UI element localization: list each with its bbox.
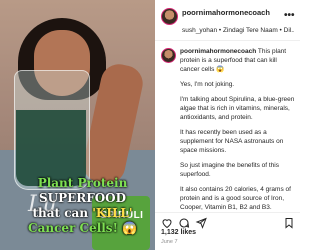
post-caption: poornimahormonecoach This plant protein … xyxy=(180,47,295,218)
share-icon[interactable] xyxy=(195,216,207,229)
caption-line-5: It also contains 20 calories, 4 grams of… xyxy=(180,186,291,211)
post-date: June 7 xyxy=(161,239,178,245)
comment-icon[interactable] xyxy=(178,216,190,228)
header-avatar[interactable] xyxy=(161,8,178,25)
caption-green-text: Plant Protein xyxy=(37,176,128,190)
header-username[interactable]: poornimahormonecoach xyxy=(182,8,274,17)
caption-username[interactable]: poornimahormonecoach xyxy=(180,48,256,55)
caption-line-1: Yes, I'm not joking. xyxy=(180,81,235,88)
heart-icon[interactable] xyxy=(161,216,173,229)
post-media[interactable]: Lu SPIRULI Plant Protein SUPERFOOD that … xyxy=(0,0,155,250)
bookmark-icon[interactable] xyxy=(283,216,295,229)
caption-line-4: So just imagine the benefits of this sup… xyxy=(180,162,280,178)
header-divider xyxy=(155,40,300,41)
green-drink xyxy=(16,110,86,186)
caption-white-text: SUPERFOOD xyxy=(38,191,127,205)
caption-line-2: I'm talking about Spirulina, a blue-gree… xyxy=(180,96,295,121)
likes-count[interactable]: 1,132 likes xyxy=(161,229,196,236)
caption-line-3: It has recently been used as a supplemen… xyxy=(180,129,284,154)
caption-emoji: 😱 xyxy=(122,221,137,235)
post-sidebar: poornimahormonecoach sush_yohan • Zindag… xyxy=(155,0,300,250)
more-icon[interactable]: ••• xyxy=(284,10,295,21)
caption-avatar[interactable] xyxy=(161,48,176,63)
caption-white-text-2: that can xyxy=(32,206,89,220)
caption-first-paragraph: poornimahormonecoach This plant protein … xyxy=(180,47,295,74)
caption-yellow-text: 'KILL' xyxy=(92,206,133,220)
instagram-post: Lu SPIRULI Plant Protein SUPERFOOD that … xyxy=(0,0,300,250)
video-caption-overlay: Plant Protein SUPERFOOD that can 'KILL' … xyxy=(10,176,155,236)
action-bar xyxy=(155,212,300,229)
header-audio-subtitle[interactable]: sush_yohan • Zindagi Tere Naam • Dil... xyxy=(182,27,294,34)
caption-green-text-2: Cancer Cells! xyxy=(28,221,118,235)
